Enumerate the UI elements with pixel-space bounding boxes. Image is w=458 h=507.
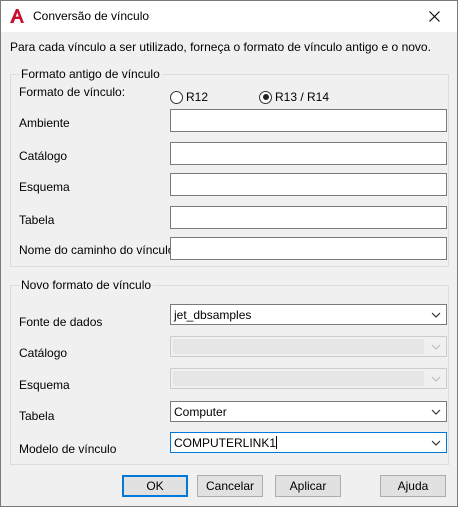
- chevron-down-icon: [431, 409, 441, 415]
- old-format-group: Formato antigo de vínculo Formato de vín…: [10, 67, 449, 267]
- schema-combo-new-field: [173, 371, 424, 386]
- table-value-new: Computer: [174, 405, 227, 419]
- schema-input-old[interactable]: [170, 173, 447, 196]
- old-format-legend: Formato antigo de vínculo: [19, 67, 162, 81]
- autocad-a-icon: [10, 9, 24, 23]
- new-format-group: Novo formato de vínculo Fonte de dados j…: [10, 278, 449, 465]
- datasource-label: Fonte de dados: [19, 315, 103, 329]
- catalog-label-old: Catálogo: [19, 149, 68, 163]
- close-button[interactable]: [411, 1, 457, 32]
- radio-r12[interactable]: R12: [170, 90, 208, 104]
- link-format-label: Formato de vínculo:: [19, 85, 126, 99]
- schema-label-old: Esquema: [19, 180, 70, 194]
- catalog-label-new: Catálogo: [19, 346, 68, 360]
- catalog-input-old[interactable]: [170, 142, 447, 165]
- chevron-down-icon: [431, 376, 441, 382]
- table-input-old[interactable]: [170, 206, 447, 229]
- title-bar: Conversão de vínculo: [1, 1, 457, 32]
- datasource-value: jet_dbsamples: [174, 308, 252, 322]
- ok-button[interactable]: OK: [122, 475, 188, 497]
- link-path-input[interactable]: [170, 237, 447, 260]
- schema-label-new: Esquema: [19, 378, 70, 392]
- instructions-text: Para cada vínculo a ser utilizado, forne…: [10, 40, 431, 54]
- catalog-combo-new: [170, 336, 447, 357]
- cancel-button[interactable]: Cancelar: [197, 475, 263, 497]
- chevron-down-icon: [431, 312, 441, 318]
- close-icon: [428, 11, 440, 22]
- chevron-down-icon: [431, 344, 441, 350]
- table-label-old: Tabela: [19, 213, 55, 227]
- schema-combo-new: [170, 368, 447, 389]
- link-template-combo[interactable]: COMPUTERLINK1: [170, 432, 447, 453]
- environment-input[interactable]: [170, 109, 447, 132]
- chevron-down-icon: [431, 440, 441, 446]
- link-template-text: COMPUTERLINK1: [174, 436, 277, 450]
- new-format-legend: Novo formato de vínculo: [19, 278, 154, 292]
- window-title: Conversão de vínculo: [33, 9, 150, 23]
- help-button[interactable]: Ajuda: [380, 475, 446, 497]
- environment-label: Ambiente: [19, 116, 70, 130]
- link-template-label: Modelo de vínculo: [19, 442, 117, 456]
- radio-r13-r14-circle: [259, 90, 272, 104]
- datasource-combo[interactable]: jet_dbsamples: [170, 304, 447, 325]
- apply-button[interactable]: Aplicar: [275, 475, 341, 497]
- catalog-combo-new-field: [173, 339, 424, 354]
- link-template-value: COMPUTERLINK1: [174, 436, 278, 450]
- link-path-label: Nome do caminho do vínculo: [19, 243, 175, 257]
- table-combo-new[interactable]: Computer: [170, 401, 447, 422]
- table-label-new: Tabela: [19, 409, 55, 423]
- text-caret: [276, 436, 278, 449]
- radio-r12-circle: [170, 90, 183, 104]
- radio-r13-r14-label: R13 / R14: [275, 90, 330, 104]
- radio-r13-r14[interactable]: R13 / R14: [259, 90, 329, 104]
- radio-r12-label: R12: [186, 90, 209, 104]
- link-conversion-dialog: Conversão de vínculo Para cada vínculo a…: [0, 0, 458, 507]
